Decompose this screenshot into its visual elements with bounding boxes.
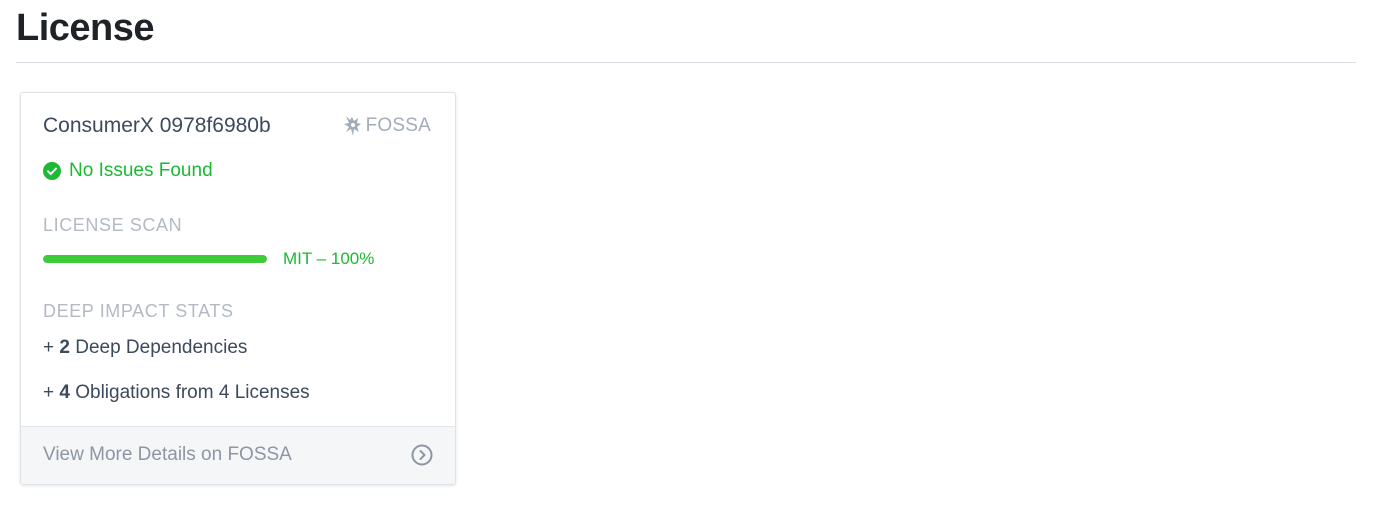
fossa-logo-icon (343, 115, 363, 137)
deep-impact-label: DEEP IMPACT STATS (43, 301, 234, 321)
project-name: ConsumerX 0978f6980b (43, 114, 271, 137)
status-row: No Issues Found (43, 160, 213, 182)
fossa-logo: FOSSA (343, 115, 431, 137)
license-progress-bar (43, 255, 267, 263)
view-details-text: View More Details on FOSSA (43, 444, 292, 465)
stat-value: 4 (59, 382, 70, 403)
license-card: ConsumerX 0978f6980b FOSSA No Issues Fou… (20, 92, 456, 485)
view-details-link[interactable]: View More Details on FOSSA (21, 426, 455, 484)
check-circle-icon (43, 162, 61, 180)
license-percent-label: MIT – 100% (283, 249, 375, 268)
page-title: License (16, 7, 155, 49)
stat-obligations: + 4 Obligations from 4 Licenses (43, 381, 310, 405)
status-text: No Issues Found (69, 160, 213, 181)
title-divider (16, 62, 1356, 63)
page: License ConsumerX 0978f6980b FOSSA No Is… (0, 0, 1400, 510)
stat-value: 2 (59, 337, 70, 358)
fossa-wordmark: FOSSA (365, 115, 431, 136)
card-header: ConsumerX 0978f6980b FOSSA (43, 113, 431, 141)
stat-prefix: + (43, 337, 60, 358)
stat-text: Deep Dependencies (69, 337, 248, 358)
stat-prefix: + (43, 382, 60, 403)
license-progress-fill (43, 255, 267, 263)
stat-deep-dependencies: + 2 Deep Dependencies (43, 336, 247, 360)
chevron-right-circle-icon (411, 444, 433, 466)
stat-text: Obligations from 4 Licenses (69, 382, 310, 403)
license-bar-row: MIT – 100% (43, 249, 374, 269)
license-scan-label: LICENSE SCAN (43, 215, 183, 235)
